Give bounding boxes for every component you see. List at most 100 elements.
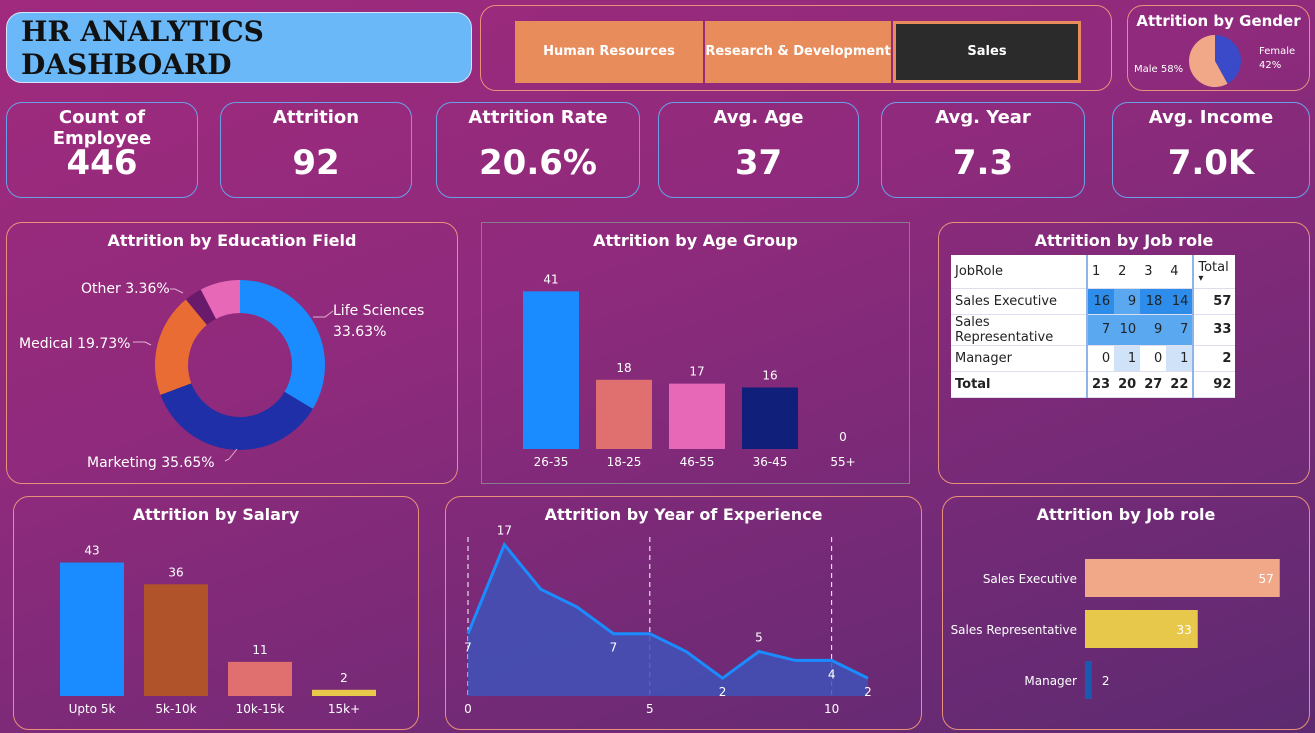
edu-slice-life-sciences[interactable] <box>240 280 325 409</box>
bar-15k+[interactable] <box>312 689 376 696</box>
edu-label-other: Other 3.36% <box>81 281 170 297</box>
bar-Upto 5k[interactable] <box>60 562 124 696</box>
salary-bar-svg: 43 Upto 5k 36 5k-10k 11 10k-15k 2 15k+ <box>60 544 376 716</box>
experience-area-svg: 0 5 10 7 17 7 2 5 4 2 <box>464 524 872 716</box>
gender-pie-svg: Male 58% Female 42% <box>1134 35 1295 87</box>
matrix-cell: Sales Representative <box>951 314 1088 346</box>
hbar-category-label: Sales Executive <box>983 572 1077 586</box>
bar-category-label: 5k-10k <box>155 702 196 716</box>
jobrole-matrix-table: JobRole 1 2 3 4 Total ▾ Sales Executive 16 9 18 14 5… <box>951 255 1236 398</box>
jobrole-bar-panel: Attrition by Job role Sales Executive 57 S… <box>942 496 1310 730</box>
kpi-avg-income: Avg. Income 7.0K <box>1112 102 1310 198</box>
matrix-total-cell: 23 <box>1087 371 1115 398</box>
matrix-header-cell[interactable]: 4 <box>1166 255 1195 289</box>
bar-value-label: 0 <box>839 430 847 444</box>
kpi-attrition-rate: Attrition Rate 20.6% <box>436 102 640 198</box>
x-tick-label: 0 <box>464 702 472 716</box>
dashboard-title: HR ANALYTICS DASHBOARD <box>21 14 264 81</box>
matrix-cell: 2 <box>1193 345 1236 372</box>
bar-category-label: Upto 5k <box>69 702 116 716</box>
matrix-total-cell: 22 <box>1166 371 1195 398</box>
gender-label-male: Male 58% <box>1134 64 1183 75</box>
salary-panel: Attrition by Salary 43 Upto 5k 36 5k-10k 11 1… <box>13 496 419 730</box>
kpi-value: 37 <box>734 143 783 183</box>
slicer-button-sales[interactable]: Sales <box>893 21 1081 83</box>
table-row: Sales Representative 7 10 9 7 33 <box>951 314 1236 346</box>
experience-area <box>468 544 868 696</box>
matrix-total-cell: 20 <box>1114 371 1141 398</box>
kpi-avg-age: Avg. Age 37 <box>658 102 859 198</box>
bar-value-label: 17 <box>689 365 704 379</box>
bar-value-label: 18 <box>616 361 631 375</box>
matrix-header-cell[interactable]: 3 <box>1140 255 1167 289</box>
bar-category-label: 10k-15k <box>236 702 285 716</box>
bar-value-label: 11 <box>252 643 267 657</box>
slicer-button-human-resources[interactable]: Human Resources <box>515 21 703 83</box>
age-bar-svg: 41 26-35 18 18-25 17 46-55 16 36-45 0 55+ <box>523 272 856 469</box>
education-donut-svg: Life Sciences 33.63% Marketing 35.65% Me… <box>19 280 424 471</box>
department-slicer: Human Resources Research & Development S… <box>480 5 1112 91</box>
matrix-cell: 0 <box>1087 345 1115 372</box>
kpi-value: 92 <box>292 143 340 183</box>
hbar-value-label: 2 <box>1102 674 1110 688</box>
matrix-header-cell[interactable]: 2 <box>1114 255 1141 289</box>
point-label: 5 <box>755 631 763 645</box>
point-label: 2 <box>864 685 872 699</box>
bar-category-label: 18-25 <box>607 455 642 469</box>
bar-10k-15k[interactable] <box>228 661 292 696</box>
age-panel: Attrition by Age Group 41 26-35 18 18-25 17 4… <box>481 222 910 484</box>
matrix-cell: 14 <box>1166 288 1195 315</box>
matrix-cell: 7 <box>1087 314 1115 346</box>
point-label: 4 <box>828 667 836 681</box>
kpi-value: 20.6% <box>479 143 597 183</box>
matrix-cell: 9 <box>1140 314 1167 346</box>
matrix-cell: Manager <box>951 345 1088 372</box>
table-row: Sales Executive 16 9 18 14 57 <box>951 288 1236 315</box>
jobrole-matrix-wrap: JobRole 1 2 3 4 Total ▾ Sales Executive 16 9 18 14 5… <box>951 255 1236 398</box>
bar-category-label: 26-35 <box>534 455 569 469</box>
gender-label-female-pct: 42% <box>1259 60 1281 71</box>
x-tick-label: 5 <box>646 702 654 716</box>
kpi-label: Avg. Year <box>935 107 1031 128</box>
matrix-cell: 10 <box>1114 314 1141 346</box>
matrix-cell: 1 <box>1166 345 1195 372</box>
slicer-button-research-development[interactable]: Research & Development <box>705 21 891 83</box>
point-label: 7 <box>464 641 472 655</box>
experience-panel: Attrition by Year of Experience 0 5 10 7 17 7… <box>445 496 922 730</box>
bar-value-label: 41 <box>543 272 558 286</box>
bar-36-45[interactable] <box>742 387 798 449</box>
edu-label-medical: Medical 19.73% <box>19 336 130 352</box>
bar-value-label: 16 <box>762 368 777 382</box>
jobrole-matrix-panel: Attrition by Job role JobRole 1 2 3 4 Total ▾ S… <box>938 222 1310 484</box>
bar-26-35[interactable] <box>523 291 579 449</box>
bar-18-25[interactable] <box>596 379 652 449</box>
matrix-header-cell[interactable]: Total ▾ <box>1193 255 1236 289</box>
bar-category-label: 36-45 <box>753 455 788 469</box>
matrix-cell: 1 <box>1114 345 1141 372</box>
x-tick-label: 10 <box>824 702 839 716</box>
table-row: Manager 0 1 0 1 2 <box>951 345 1236 372</box>
matrix-cell: 16 <box>1087 288 1115 315</box>
edu-label-life-sciences-pct: 33.63% <box>333 324 386 340</box>
matrix-cell: 0 <box>1140 345 1167 372</box>
jobrole-hbar-svg: Sales Executive 57 Sales Representative 33 M… <box>951 559 1280 699</box>
kpi-value: 446 <box>66 143 138 183</box>
bar-category-label: 15k+ <box>328 702 360 716</box>
hbar-Sales Executive[interactable] <box>1085 559 1280 597</box>
matrix-header-cell[interactable]: JobRole <box>951 255 1088 289</box>
matrix-header-cell[interactable]: 1 <box>1087 255 1115 289</box>
hbar-category-label: Manager <box>1024 674 1077 688</box>
hbar-Manager[interactable] <box>1085 661 1092 699</box>
gender-panel: Attrition by Gender Male 58% Female 42% <box>1127 5 1310 91</box>
bar-value-label: 36 <box>168 565 183 579</box>
kpi-value: 7.0K <box>1167 143 1255 183</box>
kpi-count-employee: Count of Employee 446 <box>6 102 198 198</box>
dashboard-title-box: HR ANALYTICS DASHBOARD <box>6 12 472 83</box>
hbar-value-label: 57 <box>1258 572 1273 586</box>
hbar-value-label: 33 <box>1176 623 1191 637</box>
point-label: 7 <box>610 641 618 655</box>
matrix-cell: 9 <box>1114 288 1141 315</box>
bar-5k-10k[interactable] <box>144 584 208 696</box>
bar-46-55[interactable] <box>669 383 725 449</box>
point-label: 17 <box>497 524 512 538</box>
